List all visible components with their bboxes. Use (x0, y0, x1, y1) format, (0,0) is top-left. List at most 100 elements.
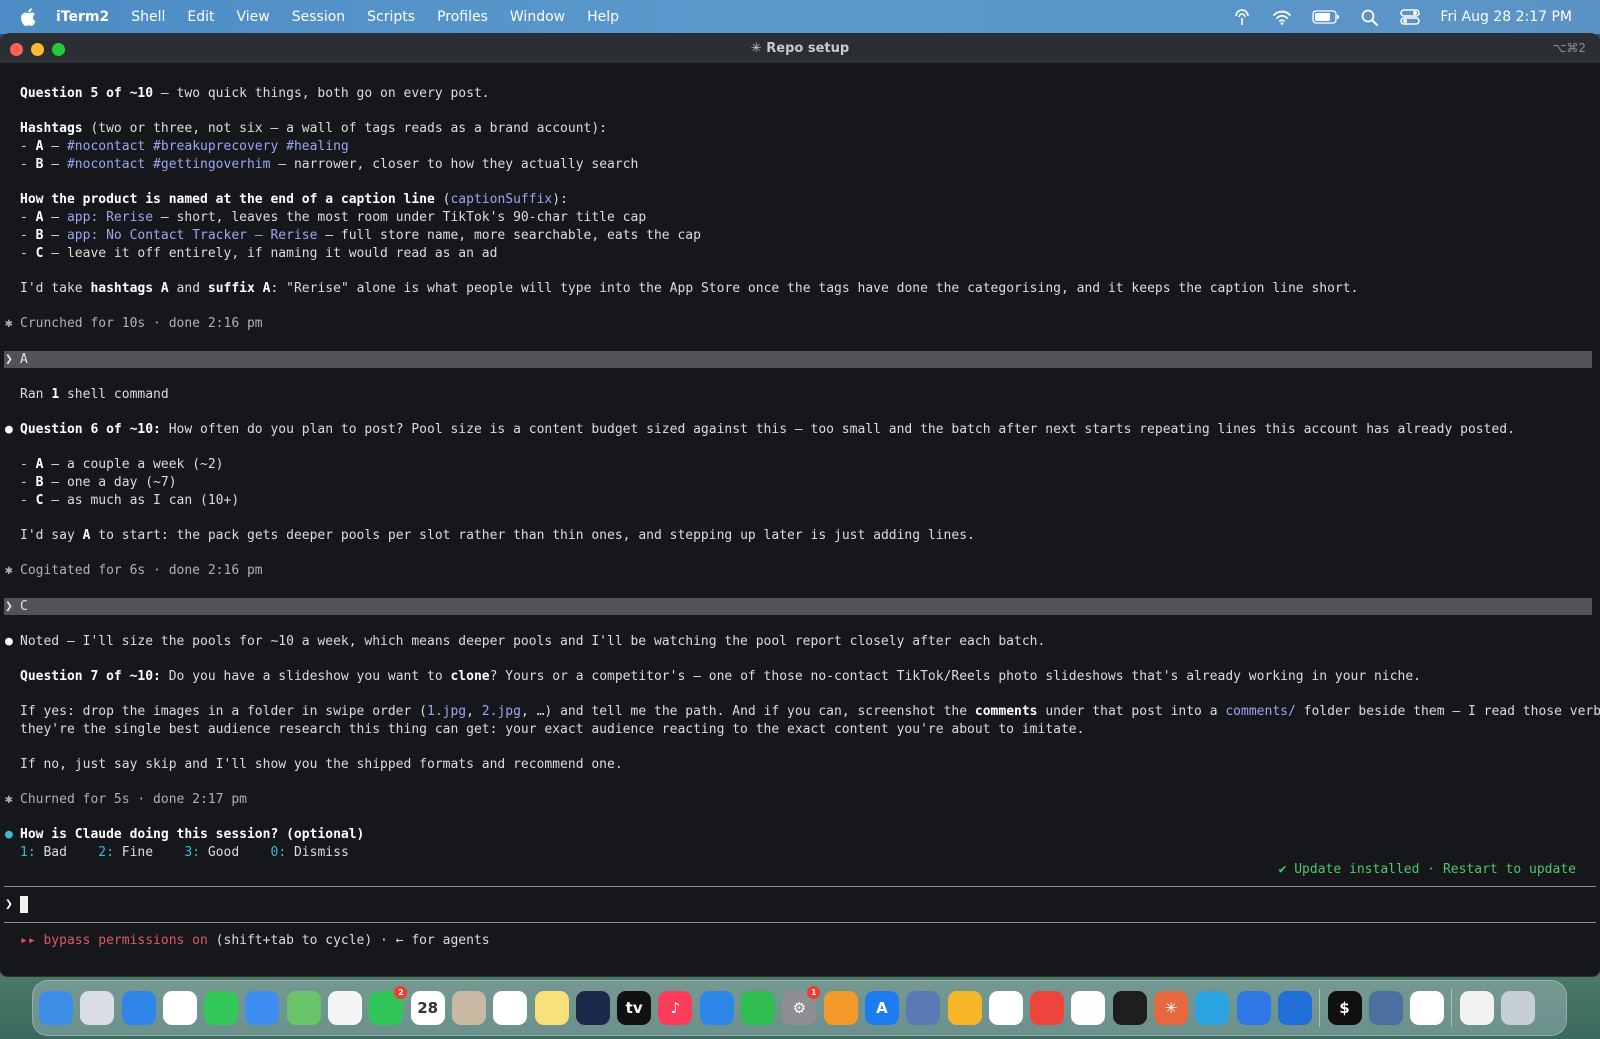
airdrop-icon[interactable] (1232, 8, 1252, 26)
list-dash: - (20, 139, 36, 154)
keynote-icon[interactable] (699, 991, 734, 1025)
menu-app-name[interactable]: iTerm2 (56, 9, 109, 25)
code-text: 2.jpg (481, 704, 521, 719)
list-dash: - (20, 157, 36, 172)
sketch-icon[interactable] (947, 991, 982, 1025)
battery-icon[interactable] (1312, 8, 1340, 26)
list-dash: - (20, 210, 36, 225)
calendar-icon[interactable]: 28 (410, 991, 445, 1025)
close-button[interactable] (10, 43, 23, 56)
iterm-icon[interactable]: $ (1327, 991, 1362, 1025)
list-dash: - (20, 493, 36, 508)
music-icon[interactable]: ♪ (658, 991, 693, 1025)
menu-session[interactable]: Session (292, 9, 345, 25)
maps-icon[interactable] (286, 991, 321, 1025)
photos-icon[interactable] (328, 991, 363, 1025)
zoom-button[interactable] (52, 43, 65, 56)
opera-icon[interactable] (162, 991, 197, 1025)
hashtag-list-b: #nocontact #gettingoverhim (66, 157, 271, 172)
hashtag-list-a: #nocontact #breakuprecovery #healing (66, 139, 349, 154)
option-desc: – leave it off entirely, if naming it wo… (43, 246, 498, 261)
figma-icon[interactable] (1112, 991, 1147, 1025)
anydesk-icon[interactable] (1030, 991, 1065, 1025)
launchpad-icon[interactable] (80, 991, 115, 1025)
wifi-icon[interactable] (1272, 8, 1292, 26)
feedback-options: 1: Bad 2: Fine 3: Good 0: Dismiss (20, 844, 349, 862)
rating-option-good[interactable]: 3: Good (184, 845, 239, 860)
status-line-1: Crunched for 10s · done 2:16 pm (20, 316, 263, 331)
appletv-icon[interactable]: tv (617, 991, 652, 1025)
system-settings-icon[interactable]: ⚙ 1 (782, 986, 821, 1025)
hashtag-option-a: - A – #nocontact #breakuprecovery #heali… (20, 138, 349, 156)
status-menus: Fri Aug 28 2:17 PM (1232, 8, 1572, 26)
status-line-3: Churned for 5s · done 2:17 pm (20, 792, 247, 807)
document-icon[interactable] (1459, 991, 1494, 1025)
simulator-icon[interactable] (906, 991, 941, 1025)
q6-bold: Question 6 of ~10: (20, 422, 161, 437)
minimize-button[interactable] (31, 43, 44, 56)
window-shortcut: ⌥⌘2 (1552, 41, 1586, 55)
migration-icon[interactable] (1368, 991, 1403, 1025)
q7-heading: Question 7 of ~10: Do you have a slidesh… (20, 668, 1421, 686)
control-center-icon[interactable] (1400, 8, 1421, 26)
safari-icon[interactable] (121, 991, 156, 1025)
asterisk-icon: ✱ (5, 316, 13, 331)
finder-icon[interactable] (39, 991, 73, 1025)
q5-heading-bold: Question 5 of ~10 (20, 86, 154, 101)
xcode-icon[interactable] (1277, 991, 1312, 1025)
menu-profiles[interactable]: Profiles (437, 9, 488, 25)
chrome-icon[interactable] (1410, 991, 1445, 1025)
facetime-icon[interactable]: 2 (369, 986, 408, 1025)
option-desc: – full store name, more searchable, eats… (317, 228, 701, 243)
menu-clock[interactable]: Fri Aug 28 2:17 PM (1440, 9, 1572, 25)
proton-vpn-icon[interactable] (1236, 991, 1271, 1025)
freeform-icon[interactable] (575, 991, 610, 1025)
menu-window[interactable]: Window (510, 9, 565, 25)
permissions-mode[interactable]: ▸▸ bypass permissions on (shift+tab to c… (20, 932, 490, 950)
vscode-icon[interactable] (988, 991, 1023, 1025)
claude-icon[interactable]: ✳ (1154, 991, 1189, 1025)
menu-help[interactable]: Help (587, 9, 619, 25)
asterisk-icon: ✱ (5, 563, 13, 578)
noted-line: Noted – I'll size the pools for ~10 a we… (20, 634, 1046, 649)
text: and (168, 281, 208, 296)
menu-scripts[interactable]: Scripts (367, 9, 415, 25)
notes-icon[interactable] (534, 991, 569, 1025)
numbers-icon[interactable] (741, 991, 776, 1025)
menu-edit[interactable]: Edit (187, 9, 214, 25)
contacts-icon[interactable] (451, 991, 486, 1025)
reminders-icon[interactable] (493, 991, 528, 1025)
chatgpt-icon[interactable] (1071, 991, 1106, 1025)
suffix-code: captionSuffix (450, 192, 553, 207)
apple-logo-icon[interactable] (18, 6, 40, 28)
mail-icon[interactable] (245, 991, 280, 1025)
rating-option-bad[interactable]: 1: Bad (20, 845, 67, 860)
telegram-icon[interactable] (1195, 991, 1230, 1025)
spotlight-icon[interactable] (1360, 8, 1380, 26)
claude-glyph: ✳ (1164, 999, 1178, 1017)
text: , (466, 704, 482, 719)
app-store-icon[interactable]: A (864, 991, 899, 1025)
rating-option-dismiss[interactable]: 0: Dismiss (271, 845, 349, 860)
rating-number: 0: (270, 845, 287, 860)
menu-shell[interactable]: Shell (131, 9, 165, 25)
q6-option-b: - B – one a day (~7) (20, 474, 177, 492)
pages-icon[interactable] (823, 991, 858, 1025)
option-sep: – (43, 210, 67, 225)
window-titlebar[interactable]: ✳ Repo setup ⌥⌘2 (0, 34, 1600, 64)
q6-option-a: - A – a couple a week (~2) (20, 456, 224, 474)
calendar-glyph: 28 (417, 999, 439, 1017)
code-text: comments/ (1225, 704, 1296, 719)
rating-option-fine[interactable]: 2: Fine (98, 845, 153, 860)
text-cursor[interactable] (20, 896, 28, 913)
menu-view[interactable]: View (237, 9, 270, 25)
update-notice[interactable]: ✔ Update installed · Restart to update (1279, 861, 1576, 879)
messages-icon[interactable] (204, 991, 239, 1025)
trash-icon[interactable] (1500, 991, 1535, 1025)
list-dash: - (20, 246, 36, 261)
ran-command[interactable]: Ran 1 shell command (20, 386, 169, 404)
bullet-icon: ● (5, 827, 13, 842)
terminal-output[interactable]: Question 5 of ~10 – two quick things, bo… (0, 64, 1600, 976)
prompt-symbol: ❯ (5, 897, 13, 912)
bold-text: hashtags A (90, 281, 169, 296)
